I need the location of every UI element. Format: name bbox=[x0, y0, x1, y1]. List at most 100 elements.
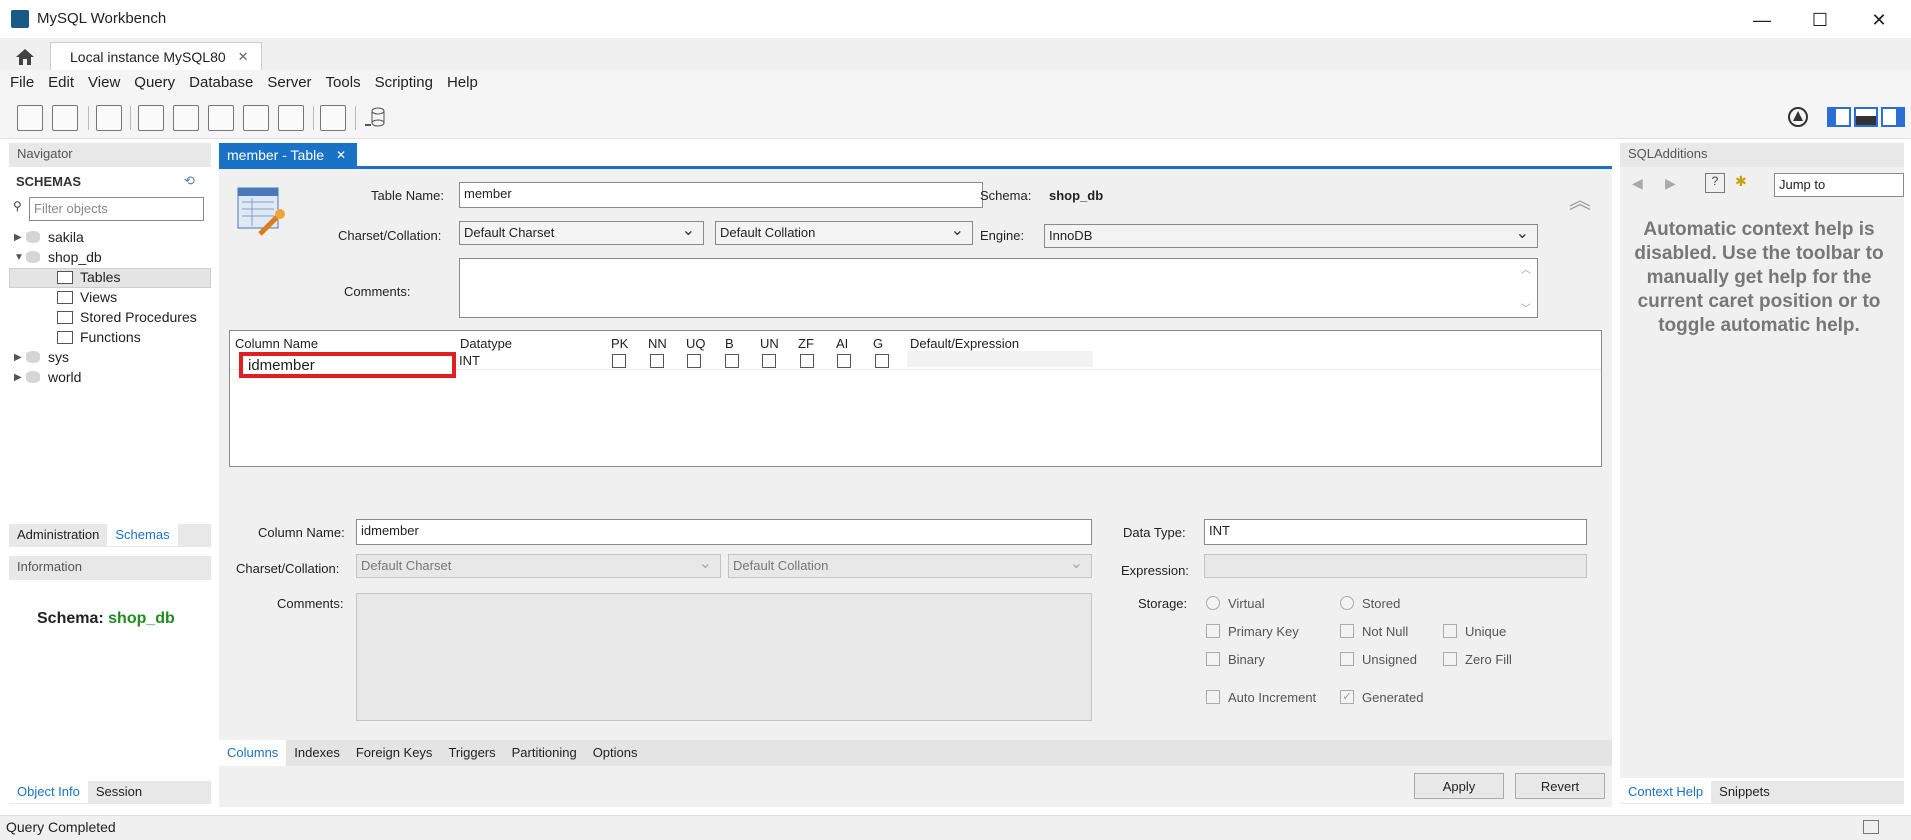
create-table-icon[interactable] bbox=[173, 105, 199, 131]
uq-checkbox[interactable] bbox=[687, 354, 701, 368]
col-header-uq[interactable]: UQ bbox=[686, 336, 706, 351]
connection-tab[interactable]: Local instance MySQL80 ✕ bbox=[50, 42, 262, 71]
apply-button[interactable]: Apply bbox=[1414, 773, 1504, 799]
expand-arrow-icon[interactable]: ▶ bbox=[14, 232, 26, 243]
g-checkbox[interactable] bbox=[875, 354, 889, 368]
nn-checkbox[interactable] bbox=[650, 354, 664, 368]
tree-item-world[interactable]: ▶ world bbox=[14, 369, 81, 385]
create-procedure-icon[interactable] bbox=[243, 105, 269, 131]
tab-foreign-keys[interactable]: Foreign Keys bbox=[348, 740, 441, 766]
table-editor-tab[interactable]: member - Table ✕ bbox=[219, 143, 357, 167]
tree-item-functions[interactable]: Functions bbox=[57, 329, 141, 345]
unsigned-checkbox[interactable] bbox=[1340, 652, 1354, 666]
table-row[interactable]: idmember INT bbox=[230, 351, 1601, 378]
virtual-radio[interactable] bbox=[1206, 596, 1220, 610]
collapse-header-icon[interactable]: ︽ bbox=[1569, 183, 1591, 215]
toggle-output-icon[interactable] bbox=[1854, 107, 1878, 127]
back-arrow-icon[interactable]: ◀ bbox=[1632, 175, 1643, 192]
search-table-data-icon[interactable] bbox=[320, 105, 346, 131]
create-schema-icon[interactable] bbox=[138, 105, 164, 131]
col-header-ai[interactable]: AI bbox=[836, 336, 848, 351]
tab-object-info[interactable]: Object Info bbox=[9, 781, 88, 803]
table-comments-input[interactable]: ︿ ﹀ bbox=[459, 258, 1538, 318]
tab-indexes[interactable]: Indexes bbox=[286, 740, 348, 766]
col-header-b[interactable]: B bbox=[725, 336, 734, 351]
scroll-down-icon[interactable]: ﹀ bbox=[1521, 300, 1531, 315]
close-tab-icon[interactable]: ✕ bbox=[336, 148, 346, 162]
col-header-nn[interactable]: NN bbox=[648, 336, 667, 351]
default-expression-cell[interactable] bbox=[907, 351, 1093, 367]
primary-key-checkbox[interactable] bbox=[1206, 624, 1220, 638]
menu-server[interactable]: Server bbox=[260, 70, 318, 96]
tree-item-sys[interactable]: ▶ sys bbox=[14, 349, 69, 365]
auto-help-icon[interactable]: ✱ bbox=[1735, 173, 1747, 190]
auto-increment-checkbox[interactable] bbox=[1206, 690, 1220, 704]
zero-fill-checkbox[interactable] bbox=[1443, 652, 1457, 666]
col-header-un[interactable]: UN bbox=[760, 336, 779, 351]
tab-columns[interactable]: Columns bbox=[219, 740, 287, 766]
tree-item-sakila[interactable]: ▶ sakila bbox=[14, 229, 84, 245]
tab-partitioning[interactable]: Partitioning bbox=[504, 740, 585, 766]
expand-arrow-icon[interactable]: ▶ bbox=[14, 352, 26, 363]
ai-checkbox[interactable] bbox=[837, 354, 851, 368]
tab-schemas[interactable]: Schemas bbox=[107, 524, 178, 546]
expand-arrow-icon[interactable]: ▶ bbox=[14, 372, 26, 383]
stored-radio[interactable] bbox=[1340, 596, 1354, 610]
menu-tools[interactable]: Tools bbox=[319, 70, 368, 96]
detail-charset-select[interactable]: Default Charset bbox=[356, 553, 721, 578]
new-sql-tab-icon[interactable] bbox=[17, 105, 43, 131]
scroll-up-icon[interactable]: ︿ bbox=[1521, 261, 1531, 276]
close-window-button[interactable]: ✕ bbox=[1851, 4, 1907, 36]
col-header-g[interactable]: G bbox=[873, 336, 883, 351]
column-name-cell-highlight[interactable]: idmember bbox=[239, 352, 456, 378]
forward-arrow-icon[interactable]: ▶ bbox=[1665, 175, 1676, 192]
tab-options[interactable]: Options bbox=[585, 740, 646, 766]
create-view-icon[interactable] bbox=[208, 105, 234, 131]
detail-datatype-input[interactable]: INT bbox=[1204, 519, 1587, 545]
tree-item-views[interactable]: Views bbox=[57, 289, 117, 305]
menu-query[interactable]: Query bbox=[127, 70, 182, 96]
charset-select[interactable]: Default Charset bbox=[459, 220, 704, 245]
toggle-sidebar-icon[interactable] bbox=[1827, 107, 1851, 127]
tab-administration[interactable]: Administration bbox=[9, 524, 107, 546]
b-checkbox[interactable] bbox=[725, 354, 739, 368]
unique-checkbox[interactable] bbox=[1443, 624, 1457, 638]
detail-collation-select[interactable]: Default Collation bbox=[728, 553, 1092, 578]
not-null-checkbox[interactable] bbox=[1340, 624, 1354, 638]
maximize-button[interactable]: ☐ bbox=[1792, 4, 1848, 36]
detail-column-name-input[interactable]: idmember bbox=[356, 519, 1092, 545]
table-name-input[interactable]: member bbox=[459, 182, 983, 208]
output-toggle-icon[interactable] bbox=[1863, 820, 1879, 834]
datatype-cell[interactable]: INT bbox=[459, 353, 480, 368]
menu-help[interactable]: Help bbox=[440, 70, 485, 96]
toggle-secondary-sidebar-icon[interactable] bbox=[1881, 107, 1905, 127]
tab-triggers[interactable]: Triggers bbox=[440, 740, 503, 766]
close-tab-icon[interactable]: ✕ bbox=[238, 49, 249, 65]
column-name-cell[interactable]: idmember bbox=[248, 357, 315, 374]
binary-checkbox[interactable] bbox=[1206, 652, 1220, 666]
pk-checkbox[interactable] bbox=[612, 354, 626, 368]
col-header-zf[interactable]: ZF bbox=[798, 336, 814, 351]
open-sql-script-icon[interactable] bbox=[52, 105, 78, 131]
menu-view[interactable]: View bbox=[81, 70, 127, 96]
inspector-icon[interactable] bbox=[96, 105, 122, 131]
engine-select[interactable]: InnoDB bbox=[1044, 223, 1538, 248]
menu-database[interactable]: Database bbox=[182, 70, 260, 96]
col-header-column-name[interactable]: Column Name bbox=[235, 336, 318, 351]
tree-item-tables[interactable]: Tables bbox=[57, 269, 120, 285]
filter-objects-input[interactable]: Filter objects bbox=[29, 197, 204, 221]
revert-button[interactable]: Revert bbox=[1515, 773, 1605, 799]
generated-checkbox[interactable]: ✓ bbox=[1340, 690, 1354, 704]
manual-help-icon[interactable]: ? bbox=[1705, 173, 1725, 193]
preferences-icon[interactable] bbox=[1787, 106, 1809, 128]
tab-context-help[interactable]: Context Help bbox=[1620, 781, 1712, 803]
menu-edit[interactable]: Edit bbox=[41, 70, 81, 96]
tree-item-stored-procedures[interactable]: Stored Procedures bbox=[57, 309, 197, 325]
col-header-default-expression[interactable]: Default/Expression bbox=[910, 336, 1019, 351]
tab-session[interactable]: Session bbox=[88, 781, 150, 803]
collapse-arrow-icon[interactable]: ▼ bbox=[14, 252, 26, 263]
menu-file[interactable]: File bbox=[3, 70, 41, 96]
menu-scripting[interactable]: Scripting bbox=[368, 70, 440, 96]
tab-snippets[interactable]: Snippets bbox=[1711, 781, 1778, 803]
col-header-datatype[interactable]: Datatype bbox=[460, 336, 512, 351]
